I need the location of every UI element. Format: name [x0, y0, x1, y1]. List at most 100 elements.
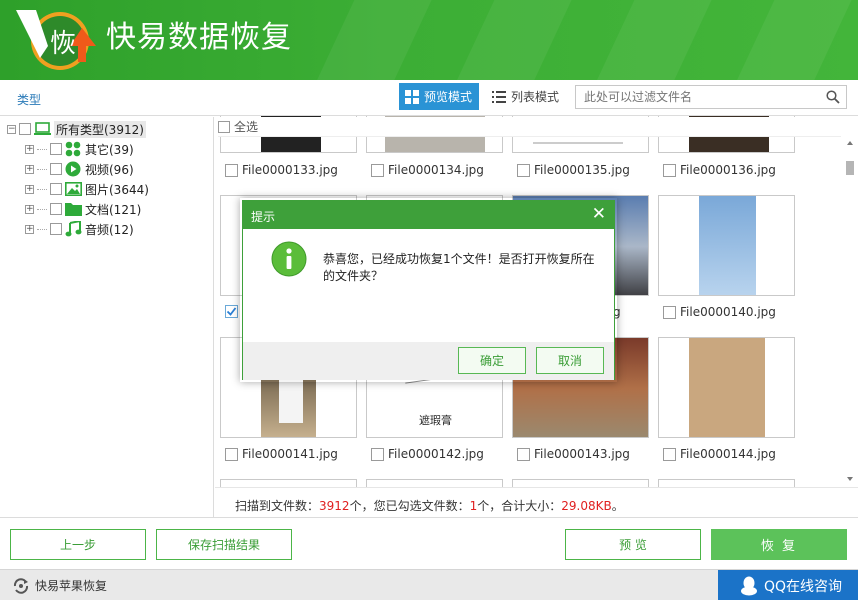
app-title: 快易数据恢复 [106, 20, 292, 55]
checkbox[interactable] [50, 143, 62, 155]
file-item[interactable]: File0000140.jpg [663, 305, 776, 319]
dialog-body: 恭喜您，已经成功恢复1个文件！是否打开恢复所在的文件夹？ [243, 229, 614, 342]
scroll-thumb[interactable] [846, 161, 854, 175]
expand-icon[interactable]: + [25, 144, 34, 154]
select-all-checkbox[interactable] [218, 120, 230, 133]
scroll-up-icon[interactable] [842, 137, 858, 149]
grid-icon [405, 89, 419, 104]
file-item[interactable]: File0000141.jpg [225, 447, 338, 461]
image-icon [65, 181, 82, 196]
footer: 快易苹果恢复 QQ在线咨询 [0, 569, 858, 600]
checkbox[interactable] [50, 183, 62, 195]
preview-mode-label: 预览模式 [424, 90, 473, 104]
file-checkbox[interactable] [517, 447, 530, 461]
expand-icon[interactable]: + [25, 204, 34, 214]
list-mode-button[interactable]: 列表模式 [488, 83, 564, 110]
file-item[interactable]: File0000136.jpg [663, 163, 776, 177]
expand-icon[interactable]: + [25, 164, 34, 174]
file-checkbox[interactable] [225, 163, 238, 177]
expand-icon[interactable]: + [25, 224, 34, 234]
preview-button[interactable]: 预 览 [565, 529, 701, 560]
preview-mode-button[interactable]: 预览模式 [399, 83, 479, 110]
file-checkbox[interactable] [663, 305, 676, 319]
checkbox[interactable] [19, 123, 31, 135]
select-all[interactable]: 全选 [218, 117, 841, 137]
qq-consult-button[interactable]: QQ在线咨询 [718, 570, 858, 600]
list-mode-label: 列表模式 [511, 90, 560, 104]
file-item[interactable]: File0000144.jpg [663, 447, 776, 461]
file-item[interactable]: File0000134.jpg [371, 163, 484, 177]
file-name: File0000141.jpg [242, 447, 338, 461]
thumbnail[interactable] [658, 195, 795, 296]
close-icon[interactable]: ✕ [592, 204, 606, 224]
toolbar: 类型 预览模式 列表模式 [0, 80, 858, 116]
tree-root[interactable]: − 所有类型(3912) [7, 120, 146, 138]
grid-scrollbar[interactable] [842, 137, 858, 487]
refresh-logo-icon [13, 577, 29, 594]
confirm-button[interactable]: 确定 [458, 347, 526, 374]
file-name: File0000144.jpg [680, 447, 776, 461]
recover-button[interactable]: 恢 复 [711, 529, 847, 560]
file-name: File0000136.jpg [680, 163, 776, 177]
type-label: 类型 [17, 93, 42, 107]
confirm-dialog: 提示 ✕ 恭喜您，已经成功恢复1个文件！是否打开恢复所在的文件夹？ 确定 取消 [242, 200, 615, 380]
footer-brand-label: 快易苹果恢复 [35, 579, 108, 593]
thumbnail[interactable] [512, 479, 649, 487]
thumbnail[interactable] [658, 479, 795, 487]
thumbnail[interactable] [366, 479, 503, 487]
file-checkbox[interactable] [517, 163, 530, 177]
file-checkbox[interactable] [225, 447, 238, 461]
expand-icon[interactable]: + [25, 184, 34, 194]
app-header: 恢 快易数据恢复 [0, 0, 858, 80]
checkbox[interactable] [50, 203, 62, 215]
file-checkbox[interactable] [371, 447, 384, 461]
file-name: File0000140.jpg [680, 305, 776, 319]
tree-root-label: 所有类型(3912) [54, 120, 146, 138]
file-item[interactable]: File0000135.jpg [517, 163, 630, 177]
tree-item-label: 图片(3644) [85, 182, 149, 197]
file-checkbox[interactable] [371, 163, 384, 177]
select-all-label: 全选 [234, 120, 259, 134]
scroll-down-icon[interactable] [842, 473, 858, 485]
thumbnail[interactable] [220, 479, 357, 487]
file-item[interactable]: File0000133.jpg [225, 163, 338, 177]
qq-penguin-icon [741, 576, 757, 595]
tree-item-document[interactable]: + 文档(121) [25, 200, 141, 218]
file-checkbox[interactable] [663, 163, 676, 177]
tree-item-label: 视频(96) [85, 162, 134, 177]
computer-icon [34, 122, 51, 135]
svg-text:恢: 恢 [50, 29, 76, 59]
tree-item-image[interactable]: + 图片(3644) [25, 180, 149, 198]
save-scan-button[interactable]: 保存扫描结果 [156, 529, 292, 560]
checkbox[interactable] [50, 223, 62, 235]
footer-brand[interactable]: 快易苹果恢复 [12, 577, 107, 594]
file-checkbox[interactable] [663, 447, 676, 461]
file-item[interactable]: File0000143.jpg [517, 447, 630, 461]
tree-item-label: 音频(12) [85, 222, 134, 237]
status-suffix: 。 [611, 499, 624, 513]
thumbnail[interactable] [658, 337, 795, 438]
back-button[interactable]: 上一步 [10, 529, 146, 560]
tree-item-label: 其它(39) [85, 142, 134, 157]
status-mid2: 个，合计大小： [477, 499, 562, 513]
file-name: File0000134.jpg [388, 163, 484, 177]
category-tree: − 所有类型(3912) + 其它(39) + 视频(96) + 图片(3644… [0, 117, 214, 517]
play-icon [65, 161, 81, 177]
search-icon[interactable] [826, 90, 840, 104]
tree-item-audio[interactable]: + 音频(12) [25, 220, 134, 238]
file-checkbox[interactable] [225, 305, 238, 318]
check-icon [226, 307, 237, 316]
tree-item-video[interactable]: + 视频(96) [25, 160, 134, 178]
dialog-title-bar[interactable]: 提示 ✕ [243, 201, 614, 229]
apps-icon [65, 141, 81, 157]
status-prefix: 扫描到文件数： [235, 499, 320, 513]
checkbox[interactable] [50, 163, 62, 175]
filter-input[interactable] [575, 85, 847, 109]
collapse-icon[interactable]: − [7, 124, 16, 134]
cancel-button[interactable]: 取消 [536, 347, 604, 374]
status-bar: 扫描到文件数：3912个，您已勾选文件数：1个，合计大小：29.08KB。 [215, 487, 858, 517]
file-item[interactable]: File0000142.jpg [371, 447, 484, 461]
file-name: File0000143.jpg [534, 447, 630, 461]
status-mid1: 个，您已勾选文件数： [349, 499, 470, 513]
tree-item-other[interactable]: + 其它(39) [25, 140, 134, 158]
